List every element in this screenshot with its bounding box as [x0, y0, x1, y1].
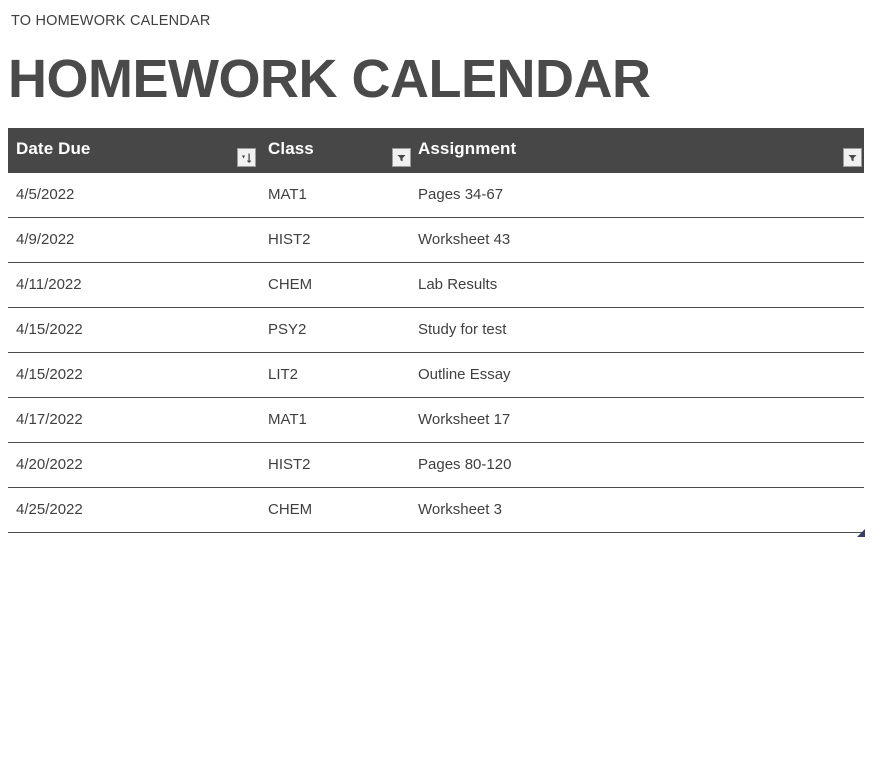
cell-date-due: 4/5/2022: [16, 186, 75, 203]
cell-date-due: 4/9/2022: [16, 231, 75, 248]
breadcrumb: TO HOMEWORK CALENDAR: [11, 13, 211, 29]
table-row[interactable]: 4/17/2022 MAT1 Worksheet 17: [8, 398, 864, 443]
filter-dropdown-icon: [397, 155, 406, 162]
table-row[interactable]: 4/15/2022 LIT2 Outline Essay: [8, 353, 864, 398]
cell-class: HIST2: [268, 456, 311, 473]
cell-date-due: 4/11/2022: [16, 276, 82, 293]
column-header-assignment[interactable]: Assignment: [418, 139, 516, 159]
filter-button-assignment[interactable]: [843, 148, 862, 167]
table-body: 4/5/2022 MAT1 Pages 34-67 4/9/2022 HIST2 Work…: [8, 173, 864, 533]
table-row[interactable]: 4/9/2022 HIST2 Worksheet 43: [8, 218, 864, 263]
column-header-class[interactable]: Class: [268, 139, 314, 159]
cell-assignment: Pages 34-67: [418, 186, 504, 203]
cell-assignment: Pages 80-120: [418, 456, 512, 473]
homework-calendar-page: TO HOMEWORK CALENDAR HOMEWORK CALENDAR D…: [0, 0, 888, 767]
cell-class: HIST2: [268, 231, 311, 248]
cell-class: MAT1: [268, 186, 307, 203]
cell-assignment: Outline Essay: [418, 366, 511, 383]
table-row[interactable]: 4/15/2022 PSY2 Study for test: [8, 308, 864, 353]
table-row[interactable]: 4/20/2022 HIST2 Pages 80-120: [8, 443, 864, 488]
cell-date-due: 4/25/2022: [16, 501, 83, 518]
page-title: HOMEWORK CALENDAR: [8, 49, 651, 109]
table-row[interactable]: 4/25/2022 CHEM Worksheet 3: [8, 488, 864, 533]
table-resize-handle[interactable]: [857, 529, 865, 537]
cell-class: LIT2: [268, 366, 299, 383]
column-header-date-due[interactable]: Date Due: [16, 139, 91, 159]
table-row[interactable]: 4/11/2022 CHEM Lab Results: [8, 263, 864, 308]
table-header-row: Date Due Class Assignment: [8, 128, 864, 173]
cell-assignment: Lab Results: [418, 276, 498, 293]
cell-date-due: 4/15/2022: [16, 366, 83, 383]
filter-button-class[interactable]: [392, 148, 411, 167]
filter-dropdown-icon: [848, 155, 857, 162]
cell-assignment: Study for test: [418, 321, 507, 338]
cell-class: MAT1: [268, 411, 307, 428]
cell-date-due: 4/20/2022: [16, 456, 83, 473]
cell-assignment: Worksheet 17: [418, 411, 511, 428]
sort-ascending-filter-icon: [242, 153, 252, 163]
cell-class: CHEM: [268, 276, 313, 293]
cell-date-due: 4/15/2022: [16, 321, 83, 338]
cell-date-due: 4/17/2022: [16, 411, 83, 428]
homework-table: Date Due Class Assignment 4/5/2022 MAT1 …: [8, 128, 865, 537]
cell-class: CHEM: [268, 501, 313, 518]
filter-button-date-due[interactable]: [237, 148, 256, 167]
cell-class: PSY2: [268, 321, 307, 338]
table-row[interactable]: 4/5/2022 MAT1 Pages 34-67: [8, 173, 864, 218]
cell-assignment: Worksheet 3: [418, 501, 502, 518]
cell-assignment: Worksheet 43: [418, 231, 511, 248]
